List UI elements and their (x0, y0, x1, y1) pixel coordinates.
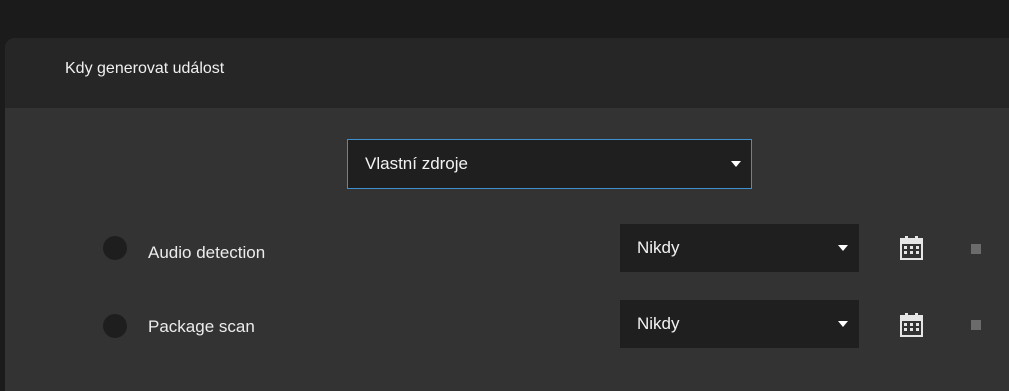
package-scan-radio[interactable] (103, 314, 127, 338)
audio-detection-schedule-value: Nikdy (637, 238, 680, 257)
panel-header: Kdy generovat událost (5, 38, 1009, 108)
package-scan-schedule-dropdown[interactable]: Nikdy (620, 300, 859, 348)
audio-detection-label: Audio detection (148, 243, 266, 262)
calendar-icon[interactable] (900, 236, 923, 260)
chevron-down-icon (838, 321, 848, 327)
audio-detection-schedule-dropdown[interactable]: Nikdy (620, 224, 859, 272)
calendar-icon[interactable] (900, 313, 923, 337)
package-scan-schedule-value: Nikdy (637, 314, 680, 333)
package-scan-label: Package scan (148, 317, 255, 336)
audio-detection-radio[interactable] (103, 236, 127, 260)
source-dropdown[interactable]: Vlastní zdroje (347, 139, 752, 189)
audio-detection-square-toggle[interactable] (971, 244, 981, 254)
event-trigger-panel: Kdy generovat událost Vlastní zdroje Aud… (5, 38, 1009, 391)
source-dropdown-value: Vlastní zdroje (365, 154, 468, 173)
package-scan-square-toggle[interactable] (971, 320, 981, 330)
panel-title: Kdy generovat událost (65, 60, 225, 77)
chevron-down-icon (731, 161, 741, 167)
chevron-down-icon (838, 245, 848, 251)
